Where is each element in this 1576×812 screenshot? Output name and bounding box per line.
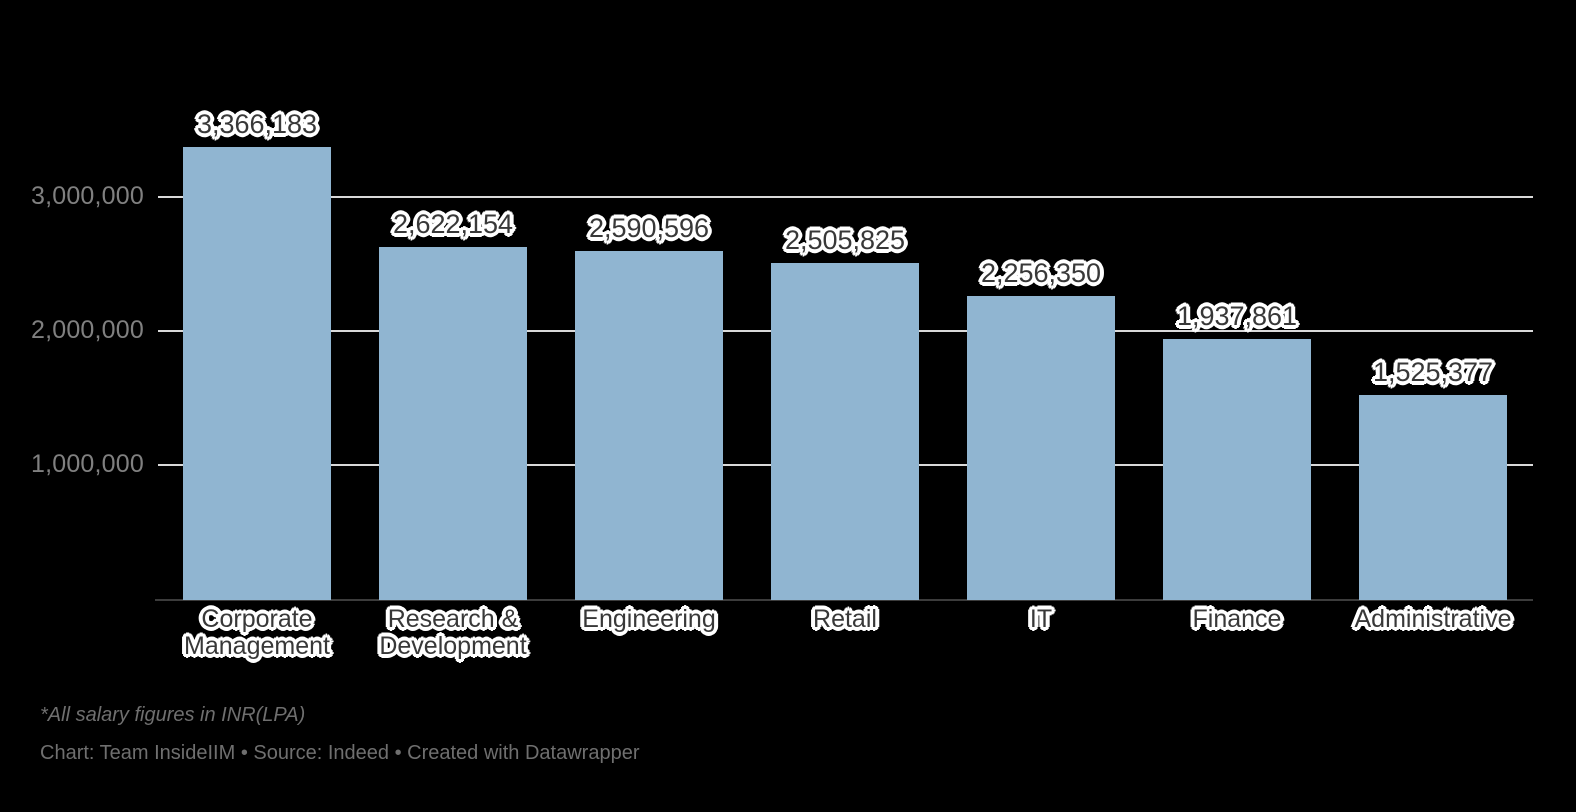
value-label: 3,366,183 [196,108,318,139]
value-label: 2,505,825 [784,224,906,255]
value-label: 1,525,377 [1372,356,1494,387]
category-label-administrative: Administrative [1309,606,1557,633]
value-label: 2,256,350 [980,258,1102,289]
ytick-label: 3,000,000 [30,182,144,210]
bar-corporate-management[interactable] [183,146,331,600]
value-label: 2,622,154 [392,208,514,239]
gridline-3000000 [158,196,1533,198]
value-label: 2,590,596 [588,213,710,244]
chart-credit: Chart: Team InsideIIM • Source: Indeed •… [40,742,640,764]
plot-area: 3,000,000 2,000,000 1,000,000 3,366,183 … [0,0,1576,812]
bar-it[interactable] [967,296,1115,600]
bar-chart: 3,000,000 2,000,000 1,000,000 3,366,183 … [0,0,1576,812]
bar-administrative[interactable] [1359,394,1507,600]
ytick-2000000: 2,000,000 [0,318,144,343]
ytick-label: 1,000,000 [30,450,144,478]
bar-finance[interactable] [1163,339,1311,600]
ytick-3000000: 3,000,000 [0,184,144,209]
bar-research-development[interactable] [379,246,527,600]
bar-retail[interactable] [771,262,919,600]
bar-engineering[interactable] [575,251,723,600]
footnote: *All salary figures in INR(LPA) [40,704,306,726]
category-label-line: Development [379,632,527,660]
category-label-line: Administrative [1354,605,1512,633]
value-label: 1,937,861 [1176,301,1298,332]
ytick-1000000: 1,000,000 [0,452,144,477]
ytick-label: 2,000,000 [30,316,144,344]
